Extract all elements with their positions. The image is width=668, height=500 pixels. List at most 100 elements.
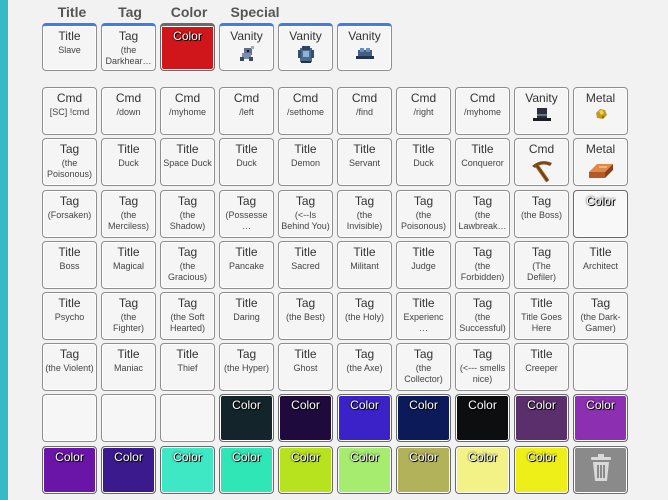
item-slot-color[interactable]: Color [455, 446, 510, 494]
item-slot-title[interactable]: Title Architect [573, 241, 628, 289]
item-slot-title[interactable]: Title Thief [160, 343, 215, 391]
slot-title: Title [235, 245, 258, 259]
slot-title: Title [117, 347, 140, 361]
item-slot-cmd[interactable]: Cmd/find [337, 87, 392, 135]
equipped-title[interactable]: Title Slave [42, 23, 97, 71]
item-slot-tag[interactable]: Tag (the Forbidden) [455, 241, 510, 289]
item-slot-tag[interactable]: Tag (<--- smells nice) [455, 343, 510, 391]
item-slot-color[interactable]: Color [337, 446, 392, 494]
item-slot-tag[interactable]: Tag (the Successful) [455, 292, 510, 340]
item-slot-color[interactable]: Color [278, 446, 333, 494]
slot-title: Tag [177, 194, 198, 208]
item-slot-title[interactable]: Title Experienc… [396, 292, 451, 340]
item-slot-color[interactable]: Color [573, 190, 628, 238]
item-slot-title[interactable]: Title Militant [337, 241, 392, 289]
item-slot-color[interactable]: Color [396, 394, 451, 442]
empty-slot[interactable] [573, 343, 628, 391]
item-slot-tag[interactable]: Tag (the Violent) [42, 343, 97, 391]
slot-title: Tag [472, 347, 493, 361]
item-slot-metal[interactable]: Metal [573, 87, 628, 135]
item-slot-title[interactable]: Title Demon [278, 138, 333, 186]
item-slot-color[interactable]: Color [573, 394, 628, 442]
item-slot-tag[interactable]: Tag (the Invisible) [337, 190, 392, 238]
slot-title: Vanity [289, 29, 322, 43]
item-slot-tag[interactable]: Tag (the Shadow) [160, 190, 215, 238]
item-slot-title[interactable]: Title Psycho [42, 292, 97, 340]
item-slot-tag[interactable]: Tag (<--Is Behind You) [278, 190, 333, 238]
equipped-color[interactable]: Color [160, 23, 215, 71]
item-slot-tag[interactable]: Tag (Forsaken) [42, 190, 97, 238]
item-slot-tag[interactable]: Tag (the Collector) [396, 343, 451, 391]
item-slot-tag[interactable]: Tag (the Hyper) [219, 343, 274, 391]
item-slot-title[interactable]: Title Daring [219, 292, 274, 340]
item-slot-title[interactable]: Title Ghost [278, 343, 333, 391]
item-slot-tag[interactable]: Tag (the Merciless) [101, 190, 156, 238]
item-slot-metal[interactable]: Metal [573, 138, 628, 186]
item-slot-vanity[interactable]: Vanity [514, 87, 569, 135]
item-slot-color[interactable]: Color [160, 446, 215, 494]
item-slot-cmd[interactable]: Cmd/right [396, 87, 451, 135]
equipped-vanity[interactable]: Vanity [337, 23, 392, 71]
empty-slot[interactable] [101, 394, 156, 442]
item-slot-cmd[interactable]: Cmd/down [101, 87, 156, 135]
item-slot-color[interactable]: Color [455, 394, 510, 442]
item-slot-title[interactable]: Title Title Goes Here [514, 292, 569, 340]
item-slot-cmd[interactable]: Cmd [514, 138, 569, 186]
item-slot-title[interactable]: Title Pancake [219, 241, 274, 289]
slot-title: Cmd [410, 91, 437, 105]
item-slot-cmd[interactable]: Cmd/myhome [160, 87, 215, 135]
item-slot-color[interactable]: Color [514, 446, 569, 494]
item-slot-color[interactable]: Color [42, 446, 97, 494]
item-slot-title[interactable]: Title Duck [219, 138, 274, 186]
item-slot-tag[interactable]: Tag (the Dark-Gamer) [573, 292, 628, 340]
item-slot-tag[interactable]: Tag (the Best) [278, 292, 333, 340]
item-slot-title[interactable]: Title Conqueror [455, 138, 510, 186]
item-slot-color[interactable]: Color [219, 394, 274, 442]
item-slot-title[interactable]: Title Space Duck [160, 138, 215, 186]
item-slot-color[interactable]: Color [514, 394, 569, 442]
item-slot-tag[interactable]: Tag (the Axe) [337, 343, 392, 391]
item-slot-title[interactable]: Title Creeper [514, 343, 569, 391]
empty-slot[interactable] [42, 394, 97, 442]
item-slot-title[interactable]: Title Judge [396, 241, 451, 289]
slot-title: Title [294, 142, 317, 156]
item-slot-title[interactable]: Title Magical [101, 241, 156, 289]
item-slot-cmd[interactable]: Cmd/myhome [455, 87, 510, 135]
item-slot-title[interactable]: Title Sacred [278, 241, 333, 289]
item-slot-tag[interactable]: Tag (Possesse… [219, 190, 274, 238]
item-slot-tag[interactable]: Tag (the Holy) [337, 292, 392, 340]
item-slot-tag[interactable]: Tag (the Lawbreak… [455, 190, 510, 238]
item-slot-color[interactable]: Color [219, 446, 274, 494]
item-slot-title[interactable]: Title Servant [337, 138, 392, 186]
equipped-vanity[interactable]: Vanity [278, 23, 333, 71]
empty-slot[interactable] [160, 394, 215, 442]
item-slot-title[interactable]: Title Maniac [101, 343, 156, 391]
slot-title: Color [291, 450, 320, 464]
item-slot-cmd[interactable]: Cmd/sethome [278, 87, 333, 135]
item-slot-color[interactable]: Color [101, 446, 156, 494]
item-slot-tag[interactable]: Tag (the Poisonous) [42, 138, 97, 186]
item-slot-tag[interactable]: Tag (the Boss) [514, 190, 569, 238]
slot-subtitle: Duck [413, 158, 434, 168]
item-slot-title[interactable]: Title Boss [42, 241, 97, 289]
item-slot-tag[interactable]: Tag (the Soft Hearted) [160, 292, 215, 340]
item-slot-color[interactable]: Color [396, 446, 451, 494]
item-slot-color[interactable]: Color [337, 394, 392, 442]
item-slot-title[interactable]: Title Duck [396, 138, 451, 186]
item-slot-tag[interactable]: Tag (The Defiler) [514, 241, 569, 289]
slot-subtitle: (the Dark-Gamer) [580, 312, 621, 333]
equipped-tag[interactable]: Tag (the Darkhear… [101, 23, 156, 71]
item-slot-cmd[interactable]: Cmd [SC] !cmd [42, 87, 97, 135]
equipped-vanity[interactable]: Vanity [219, 23, 274, 71]
item-slot-cmd[interactable]: Cmd/left [219, 87, 274, 135]
slot-subtitle: (the Hyper) [223, 363, 269, 373]
slot-subtitle: Architect [582, 261, 618, 271]
item-slot-title[interactable]: Title Duck [101, 138, 156, 186]
slot-title: Title [58, 245, 81, 259]
slot-subtitle: /myhome [168, 107, 206, 117]
item-slot-tag[interactable]: Tag (the Fighter) [101, 292, 156, 340]
item-slot-tag[interactable]: Tag (the Poisonous) [396, 190, 451, 238]
item-slot-color[interactable]: Color [278, 394, 333, 442]
item-slot-tag[interactable]: Tag (the Gracious) [160, 241, 215, 289]
trash-slot[interactable] [573, 446, 628, 494]
